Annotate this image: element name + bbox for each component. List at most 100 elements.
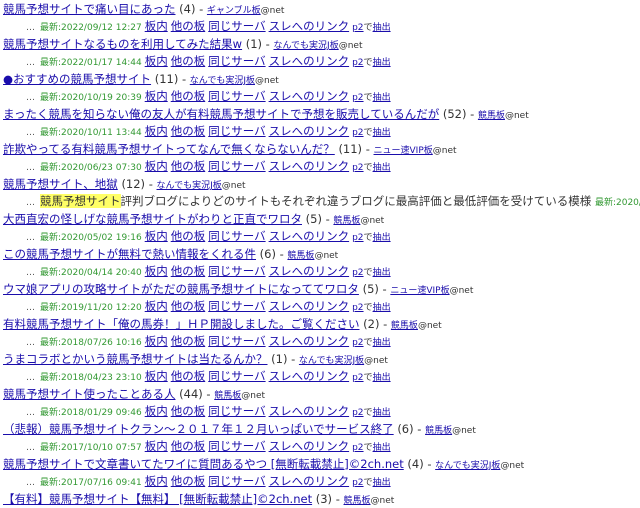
board-search-link[interactable]: 板内 xyxy=(145,159,168,173)
board-search-link[interactable]: 板内 xyxy=(145,264,168,278)
board-link[interactable]: なんでも実況J板 xyxy=(157,181,222,191)
other-boards-link[interactable]: 他の板 xyxy=(171,159,206,173)
extract-link[interactable]: 抽出 xyxy=(373,58,391,68)
extract-link[interactable]: 抽出 xyxy=(373,268,391,278)
thread-link[interactable]: スレへのリンク xyxy=(269,404,350,418)
board-link[interactable]: 競馬板 xyxy=(425,426,452,436)
thread-link[interactable]: スレへのリンク xyxy=(269,474,350,488)
thread-link[interactable]: スレへのリンク xyxy=(269,19,350,33)
thread-title-link[interactable]: ウマ娘アプリの攻略サイトがただの競馬予想サイトになっててワロタ xyxy=(3,282,359,296)
extract-link[interactable]: 抽出 xyxy=(373,478,391,488)
board-link[interactable]: なんでも実況J板 xyxy=(190,76,255,86)
thread-title-link[interactable]: 競馬予想サイト、地獄 xyxy=(3,177,118,191)
thread-link[interactable]: スレへのリンク xyxy=(269,159,350,173)
thread-title-link[interactable]: 競馬予想サイト使ったことある人 xyxy=(3,387,176,401)
other-boards-link[interactable]: 他の板 xyxy=(171,404,206,418)
other-boards-link[interactable]: 他の板 xyxy=(171,19,206,33)
extract-link[interactable]: 抽出 xyxy=(373,23,391,33)
thread-link[interactable]: スレへのリンク xyxy=(269,369,350,383)
same-server-link[interactable]: 同じサーバ xyxy=(208,404,265,418)
board-search-link[interactable]: 板内 xyxy=(145,369,168,383)
board-search-link[interactable]: 板内 xyxy=(145,54,168,68)
thread-title-link[interactable]: 有料競馬予想サイト「俺の馬券！」ＨＰ開設しました。ご覧ください xyxy=(3,317,360,331)
board-search-link[interactable]: 板内 xyxy=(145,299,168,313)
other-boards-link[interactable]: 他の板 xyxy=(171,474,206,488)
extract-link[interactable]: 抽出 xyxy=(373,163,391,173)
thread-link[interactable]: スレへのリンク xyxy=(269,299,350,313)
extract-link[interactable]: 抽出 xyxy=(373,408,391,418)
board-search-link[interactable]: 板内 xyxy=(145,404,168,418)
thread-title-link[interactable]: 競馬予想サイトで文章書いてたワイに質問あるやつ [無断転載禁止]©2ch.net xyxy=(3,457,404,471)
board-link[interactable]: 競馬板 xyxy=(344,496,371,506)
board-link[interactable]: 競馬板 xyxy=(333,216,360,226)
p2-link[interactable]: p2 xyxy=(352,58,363,68)
same-server-link[interactable]: 同じサーバ xyxy=(208,369,265,383)
same-server-link[interactable]: 同じサーバ xyxy=(208,54,265,68)
same-server-link[interactable]: 同じサーバ xyxy=(208,264,265,278)
thread-link[interactable]: スレへのリンク xyxy=(269,54,350,68)
p2-link[interactable]: p2 xyxy=(352,93,363,103)
same-server-link[interactable]: 同じサーバ xyxy=(208,334,265,348)
p2-link[interactable]: p2 xyxy=(352,408,363,418)
same-server-link[interactable]: 同じサーバ xyxy=(208,299,265,313)
board-link[interactable]: ニュー速VIP板 xyxy=(374,146,433,156)
thread-link[interactable]: スレへのリンク xyxy=(269,124,350,138)
p2-link[interactable]: p2 xyxy=(352,233,363,243)
thread-title-link[interactable]: 【有料】競馬予想サイト【無料】 [無断転載禁止]©2ch.net xyxy=(3,492,312,506)
thread-link[interactable]: スレへのリンク xyxy=(269,264,350,278)
thread-link[interactable]: スレへのリンク xyxy=(269,334,350,348)
p2-link[interactable]: p2 xyxy=(352,163,363,173)
board-link[interactable]: ニュー速VIP板 xyxy=(390,286,449,296)
other-boards-link[interactable]: 他の板 xyxy=(171,369,206,383)
board-search-link[interactable]: 板内 xyxy=(145,19,168,33)
extract-link[interactable]: 抽出 xyxy=(373,233,391,243)
same-server-link[interactable]: 同じサーバ xyxy=(208,89,265,103)
thread-title-link[interactable]: 大西直宏の怪しげな競馬予想サイトがわりと正直でワロタ xyxy=(3,212,302,226)
p2-link[interactable]: p2 xyxy=(352,443,363,453)
extract-link[interactable]: 抽出 xyxy=(373,338,391,348)
board-search-link[interactable]: 板内 xyxy=(145,89,168,103)
board-link[interactable]: ギャンブル板 xyxy=(207,6,261,16)
p2-link[interactable]: p2 xyxy=(352,268,363,278)
thread-title-link[interactable]: 競馬予想サイトで痛い目にあった xyxy=(3,2,176,16)
p2-link[interactable]: p2 xyxy=(352,338,363,348)
board-search-link[interactable]: 板内 xyxy=(145,474,168,488)
thread-title-link[interactable]: （悲報）競馬予想サイトクラン〜２０１７年１２月いっぱいでサービス終了 xyxy=(3,422,394,436)
other-boards-link[interactable]: 他の板 xyxy=(171,89,206,103)
board-link[interactable]: 競馬板 xyxy=(391,321,418,331)
extract-link[interactable]: 抽出 xyxy=(373,303,391,313)
other-boards-link[interactable]: 他の板 xyxy=(171,229,206,243)
board-link[interactable]: 競馬板 xyxy=(478,111,505,121)
other-boards-link[interactable]: 他の板 xyxy=(171,264,206,278)
same-server-link[interactable]: 同じサーバ xyxy=(208,124,265,138)
p2-link[interactable]: p2 xyxy=(352,23,363,33)
extract-link[interactable]: 抽出 xyxy=(373,128,391,138)
p2-link[interactable]: p2 xyxy=(352,303,363,313)
thread-title-link[interactable]: ●おすすめの競馬予想サイト xyxy=(3,72,151,86)
thread-link[interactable]: スレへのリンク xyxy=(269,229,350,243)
thread-title-link[interactable]: 競馬予想サイトなるものを利用してみた結果w xyxy=(3,37,242,51)
p2-link[interactable]: p2 xyxy=(352,478,363,488)
same-server-link[interactable]: 同じサーバ xyxy=(208,159,265,173)
same-server-link[interactable]: 同じサーバ xyxy=(208,229,265,243)
board-link[interactable]: なんでも実況J板 xyxy=(299,356,364,366)
extract-link[interactable]: 抽出 xyxy=(373,443,391,453)
other-boards-link[interactable]: 他の板 xyxy=(171,124,206,138)
board-link[interactable]: なんでも実況J板 xyxy=(273,41,338,51)
p2-link[interactable]: p2 xyxy=(352,128,363,138)
thread-link[interactable]: スレへのリンク xyxy=(269,89,350,103)
board-search-link[interactable]: 板内 xyxy=(145,124,168,138)
thread-title-link[interactable]: 詐欺やってる有料競馬予想サイトってなんで無くならないんだ？ xyxy=(3,142,335,156)
extract-link[interactable]: 抽出 xyxy=(373,373,391,383)
same-server-link[interactable]: 同じサーバ xyxy=(208,474,265,488)
extract-link[interactable]: 抽出 xyxy=(373,93,391,103)
other-boards-link[interactable]: 他の板 xyxy=(171,54,206,68)
p2-link[interactable]: p2 xyxy=(352,373,363,383)
thread-title-link[interactable]: この競馬予想サイトが無料で熱い情報をくれる件 xyxy=(3,247,256,261)
board-search-link[interactable]: 板内 xyxy=(145,229,168,243)
board-link[interactable]: 競馬板 xyxy=(214,391,241,401)
thread-title-link[interactable]: うまコラボとかいう競馬予想サイトは当たるんか？ xyxy=(3,352,268,366)
board-link[interactable]: 競馬板 xyxy=(287,251,314,261)
other-boards-link[interactable]: 他の板 xyxy=(171,334,206,348)
board-search-link[interactable]: 板内 xyxy=(145,334,168,348)
